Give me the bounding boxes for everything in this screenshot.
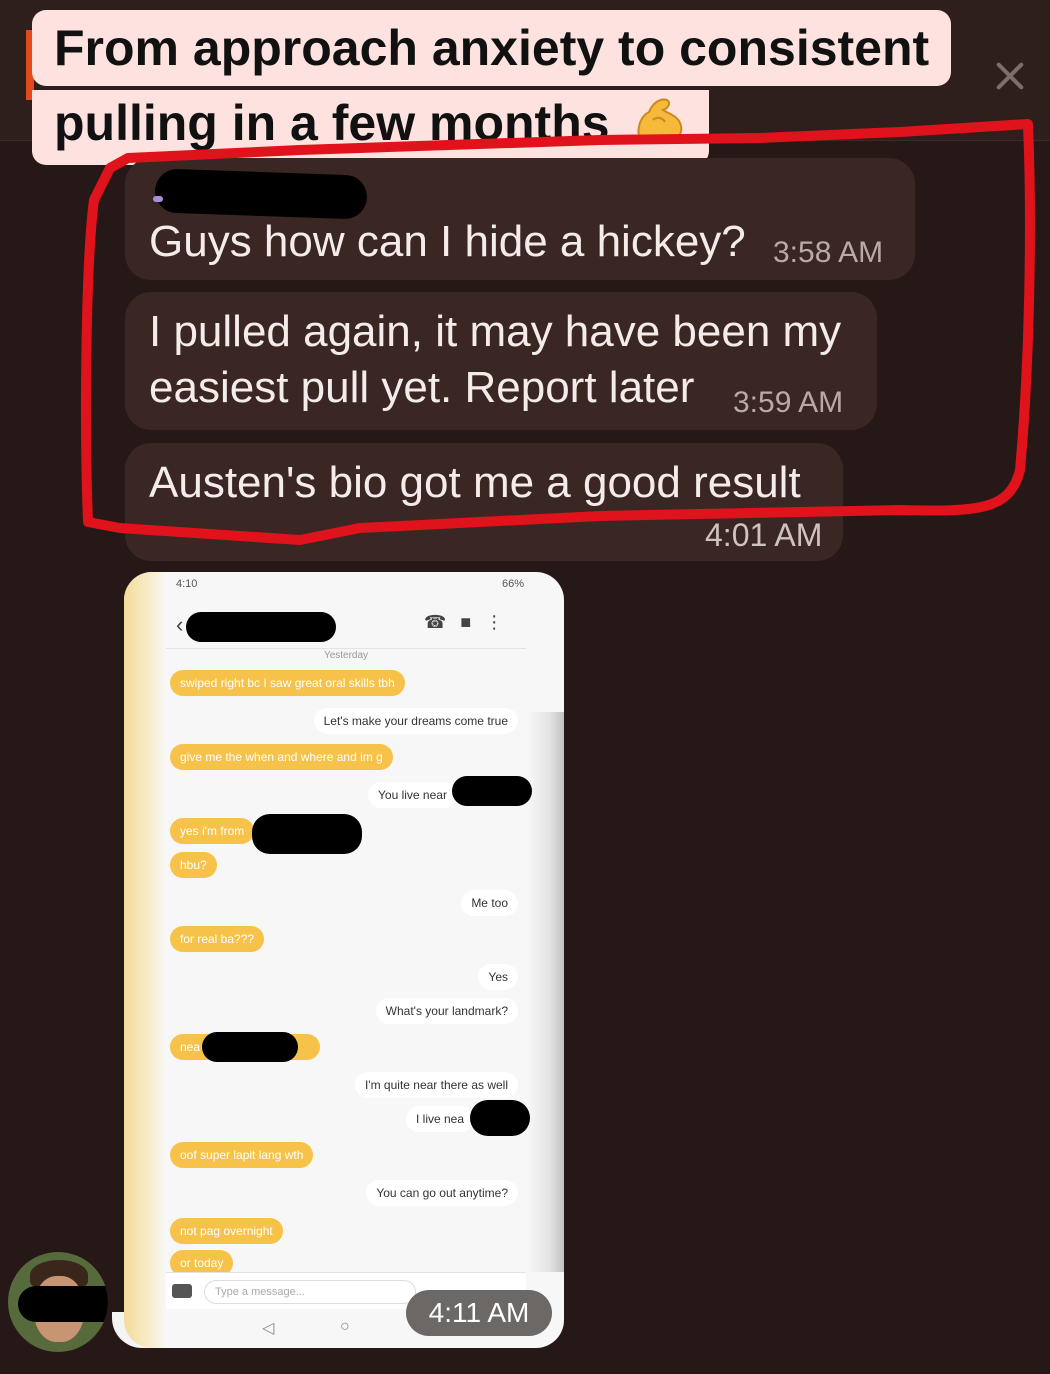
chat-message-in: oof super lapit lang wth bbox=[170, 1142, 314, 1168]
message-timestamp: 4:01 AM bbox=[705, 517, 823, 553]
call-video-menu-icons[interactable]: ☎■⋮ bbox=[424, 612, 517, 633]
close-icon[interactable] bbox=[990, 56, 1030, 96]
message-text: Guys how can I hide a hickey? bbox=[149, 217, 746, 266]
chat-message-out: I'm quite near there as well bbox=[354, 1072, 518, 1098]
message-text: Austen's bio got me a good result bbox=[149, 458, 801, 507]
avatar[interactable] bbox=[8, 1252, 108, 1352]
chat-message-out: I live nea bbox=[406, 1106, 475, 1132]
redacted-username bbox=[154, 168, 368, 220]
message-input[interactable]: Type a message... bbox=[204, 1280, 416, 1304]
redacted-location bbox=[202, 1032, 298, 1062]
message-bubble[interactable]: Austen's bio got me a good result 4:01 A… bbox=[125, 443, 843, 561]
redacted-location bbox=[252, 814, 362, 854]
chat-message-in: give me the when and where and im g bbox=[170, 744, 393, 770]
chat-message-in: not pag overnight bbox=[170, 1218, 283, 1244]
image-timestamp: 4:11 AM bbox=[406, 1290, 552, 1336]
status-battery: 66% bbox=[501, 578, 524, 590]
chat-message-in: hbu? bbox=[170, 852, 217, 878]
camera-icon[interactable] bbox=[172, 1284, 192, 1298]
caption-line-1: From approach anxiety to consistent bbox=[32, 10, 952, 86]
message-bubble[interactable]: Guys how can I hide a hickey? 3:58 AM bbox=[125, 158, 915, 280]
message-timestamp: 3:59 AM bbox=[733, 386, 844, 419]
redacted-location bbox=[470, 1100, 530, 1136]
username-fragment bbox=[153, 196, 163, 202]
blurred-edge-right bbox=[528, 712, 564, 1272]
redacted-eyes bbox=[18, 1286, 108, 1322]
chat-message-out: You can go out anytime? bbox=[366, 1180, 518, 1206]
message-timestamp: 3:58 AM bbox=[773, 236, 884, 269]
flexed-biceps-icon bbox=[637, 98, 683, 144]
redacted-contact-name bbox=[186, 612, 336, 642]
nav-back-icon[interactable]: ◁ bbox=[262, 1318, 274, 1338]
date-separator: Yesterday bbox=[323, 650, 369, 661]
back-arrow-icon[interactable]: ‹ bbox=[176, 612, 183, 638]
chat-message-in: for real ba??? bbox=[170, 926, 265, 952]
chat-message-out: You live near bbox=[368, 782, 457, 808]
status-time: 4:10 bbox=[176, 578, 198, 590]
chat-message-out: Yes bbox=[478, 964, 518, 990]
redacted-location bbox=[452, 776, 532, 806]
nav-home-icon[interactable]: ○ bbox=[340, 1318, 350, 1336]
header-divider bbox=[166, 648, 526, 649]
chat-message-out: Let's make your dreams come true bbox=[313, 708, 518, 734]
chat-message-out: What's your landmark? bbox=[375, 998, 518, 1024]
blurred-edge-left bbox=[124, 572, 166, 1348]
caption-line-2-text: pulling in a few months bbox=[54, 95, 610, 151]
screenshot-attachment[interactable]: 4:10 66% ‹ ☎■⋮ Yesterday swiped right bc… bbox=[124, 572, 564, 1348]
chat-message-out: Me too bbox=[461, 890, 518, 916]
caption-line-2: pulling in a few months bbox=[32, 90, 710, 165]
chat-message-in: yes i'm from bbox=[170, 818, 255, 844]
message-bubble[interactable]: I pulled again, it may have been my easi… bbox=[125, 292, 877, 430]
chat-message-in: swiped right bc I saw great oral skills … bbox=[170, 670, 405, 696]
